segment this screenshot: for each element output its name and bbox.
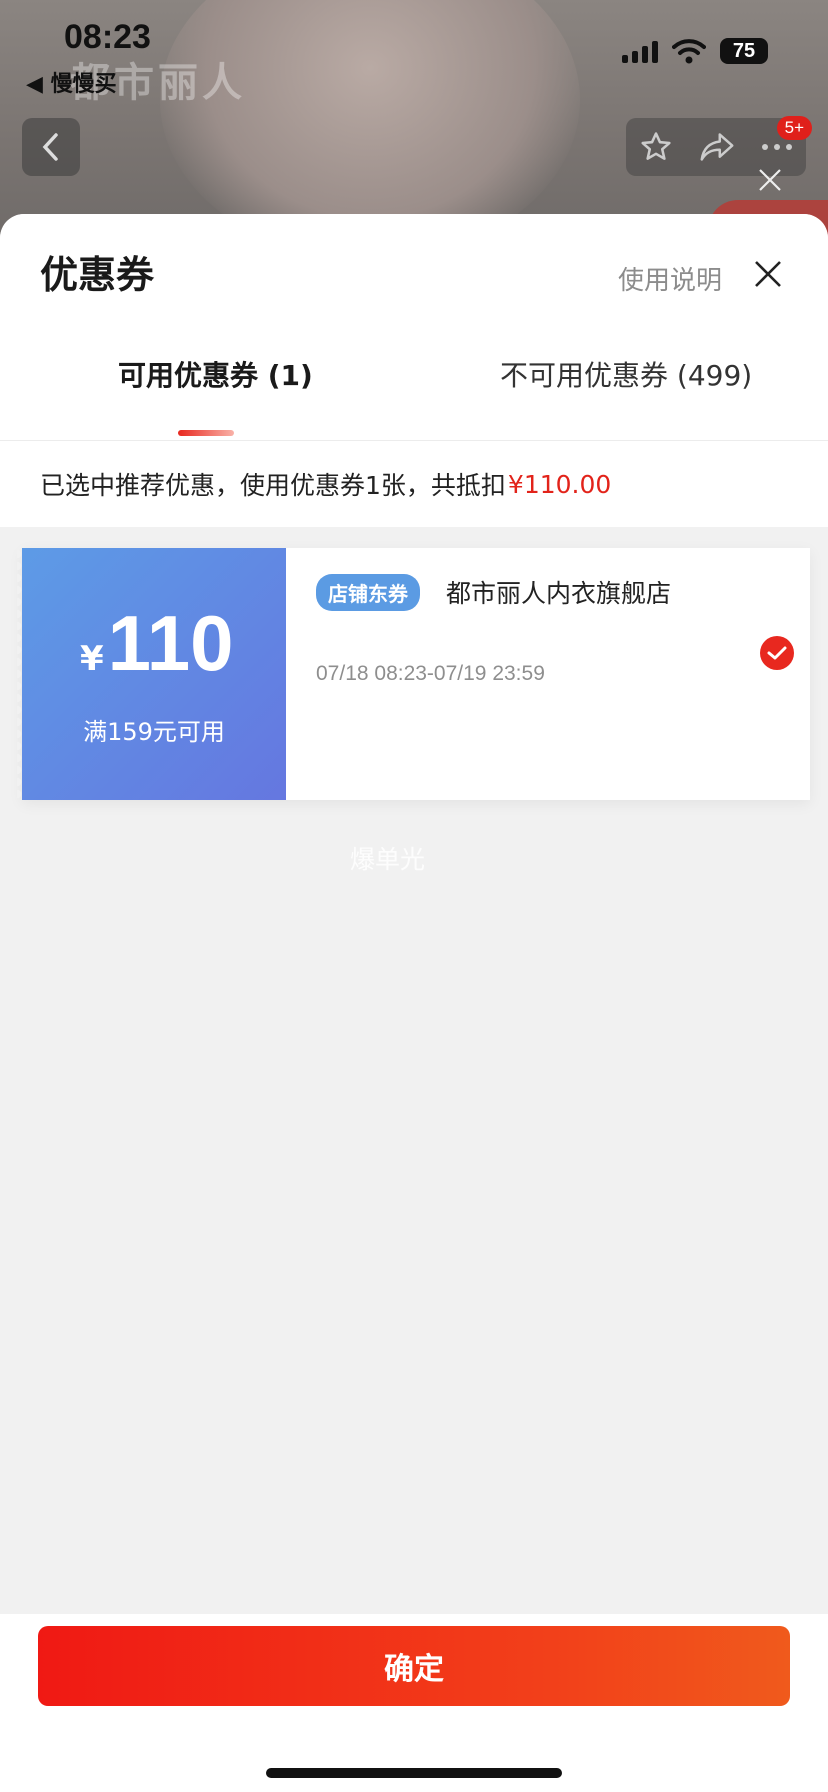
status-back-app[interactable]: ◀ 慢慢买 xyxy=(26,66,117,98)
cellular-signal-icon xyxy=(622,39,658,63)
star-icon[interactable] xyxy=(639,130,673,164)
nav-back-button[interactable] xyxy=(22,118,80,176)
close-icon[interactable] xyxy=(758,168,782,192)
checkmark-icon xyxy=(767,646,787,660)
active-tab-indicator xyxy=(178,430,234,436)
coupon-type-tag: 店铺东券 xyxy=(316,574,420,611)
more-icon[interactable] xyxy=(761,142,793,152)
summary-text: 已选中推荐优惠，使用优惠券1张，共抵扣 xyxy=(40,471,506,500)
battery-indicator: 75 xyxy=(720,38,768,64)
selection-summary: 已选中推荐优惠，使用优惠券1张，共抵扣 ¥110.00 xyxy=(0,441,828,527)
watermark-text: 爆单光 xyxy=(350,845,426,874)
coupon-amount: 110 xyxy=(107,599,234,687)
coupon-details: 店铺东券 都市丽人内衣旗舰店 07/18 08:23-07/19 23:59 xyxy=(286,548,810,800)
chevron-left-icon xyxy=(42,133,58,161)
tab-available[interactable]: 可用优惠券 (1) xyxy=(118,354,313,394)
coupon-validity: 07/18 08:23-07/19 23:59 xyxy=(316,662,545,685)
coupon-sheet: 优惠券 使用说明 可用优惠券 (1) 不可用优惠券 (499) 已选中推荐优惠，… xyxy=(0,214,828,1792)
sheet-header: 优惠券 使用说明 可用优惠券 (1) 不可用优惠券 (499) xyxy=(0,214,828,440)
coupon-scallop-edge xyxy=(17,548,27,800)
currency-symbol: ¥ xyxy=(80,639,104,679)
home-indicator xyxy=(266,1768,562,1778)
coupon-condition: 满159元可用 xyxy=(83,718,225,746)
wifi-icon xyxy=(672,39,706,64)
share-icon[interactable] xyxy=(699,131,735,163)
status-right-icons: 75 xyxy=(622,38,768,64)
coupon-value-panel: ¥ 110 满159元可用 xyxy=(17,548,286,800)
coupon-selected-checkbox[interactable] xyxy=(760,636,794,670)
summary-amount: ¥110.00 xyxy=(507,469,612,499)
close-icon[interactable] xyxy=(752,258,784,290)
tab-unavailable[interactable]: 不可用优惠券 (499) xyxy=(500,354,752,394)
bottom-bar: 确定 xyxy=(0,1614,828,1792)
coupon-value: ¥ 110 xyxy=(80,598,234,689)
notification-badge: 5+ xyxy=(776,116,812,140)
coupon-card[interactable]: ¥ 110 满159元可用 店铺东券 都市丽人内衣旗舰店 07/18 08:23… xyxy=(17,548,810,800)
confirm-button[interactable]: 确定 xyxy=(38,1626,790,1706)
sheet-title: 优惠券 xyxy=(40,253,155,297)
coupon-shop-name: 都市丽人内衣旗舰店 xyxy=(446,579,672,608)
coupon-tabs: 可用优惠券 (1) 不可用优惠券 (499) xyxy=(0,354,828,440)
usage-instructions-link[interactable]: 使用说明 xyxy=(618,260,722,297)
status-time: 08:23 xyxy=(64,18,151,56)
